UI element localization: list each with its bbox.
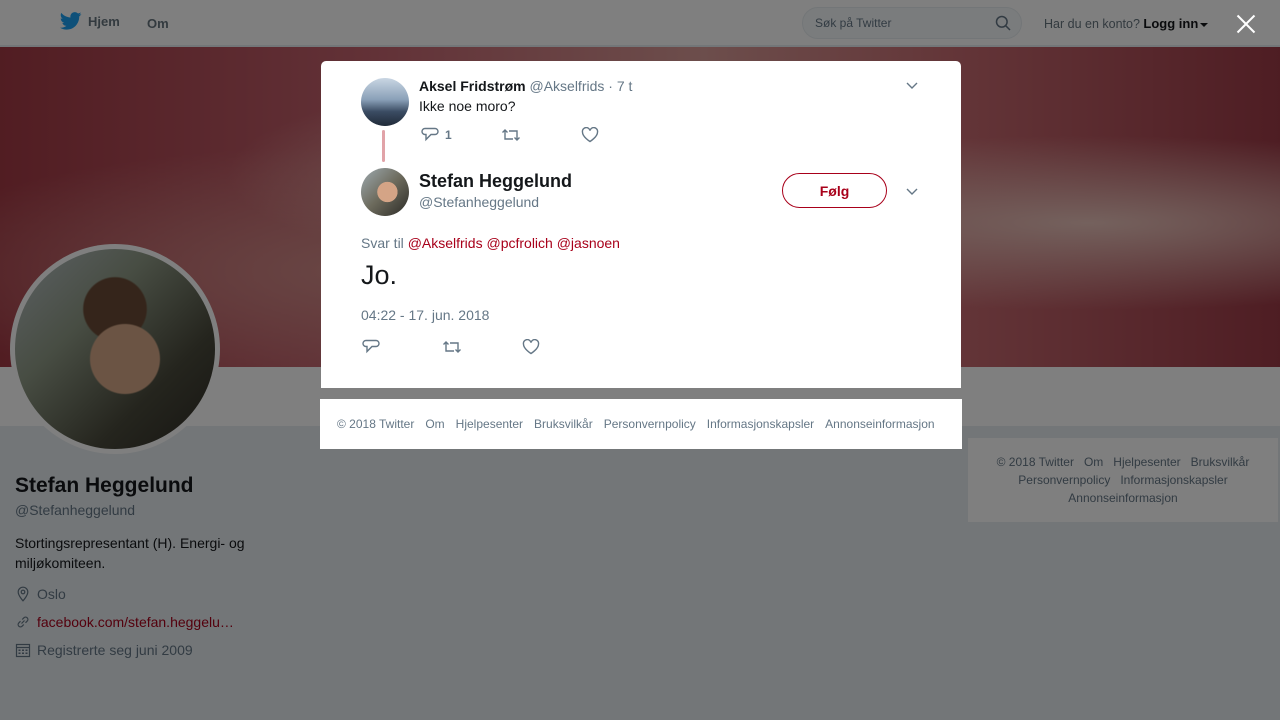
reply-icon — [421, 127, 439, 142]
parent-retweet-button[interactable] — [501, 127, 581, 143]
parent-reply-count: 1 — [445, 128, 452, 142]
thread-connector — [382, 130, 385, 162]
tweet-actions — [362, 339, 540, 355]
modal-footer: © 2018 Twitter Om Hjelpesenter Bruksvilk… — [320, 399, 962, 449]
parent-tweet-text: Ikke noe moro? — [419, 98, 516, 114]
retweet-icon — [502, 129, 520, 141]
parent-like-button[interactable] — [581, 127, 599, 143]
retweet-icon — [443, 341, 461, 353]
mention-link[interactable]: @jasnoen — [557, 235, 620, 251]
parent-tweet-avatar[interactable] — [361, 78, 409, 126]
reply-to-prefix: Svar til — [361, 235, 404, 251]
footer-link-about[interactable]: Om — [425, 417, 444, 431]
tweet-author-avatar[interactable] — [361, 168, 409, 216]
tweet-text: Jo. — [361, 260, 398, 290]
like-button[interactable] — [522, 339, 540, 355]
tweet-author-handle[interactable]: @Stefanheggelund — [419, 194, 539, 210]
footer-link-help[interactable]: Hjelpesenter — [456, 417, 523, 431]
footer-copyright: © 2018 Twitter — [337, 417, 415, 431]
tweet-chevron-down-icon[interactable] — [906, 185, 918, 197]
mention-link[interactable]: @Akselfrids — [408, 235, 483, 251]
tweet-author-name[interactable]: Stefan Heggelund — [419, 171, 572, 192]
tweet-modal: Aksel Fridstrøm @Akselfrids · 7 t Ikke n… — [321, 61, 961, 388]
footer-link-privacy[interactable]: Personvernpolicy — [604, 417, 696, 431]
parent-tweet-header: Aksel Fridstrøm @Akselfrids · 7 t — [419, 78, 632, 94]
reply-to-line: Svar til @Akselfrids @pcfrolich @jasnoen — [361, 235, 620, 251]
footer-link-terms[interactable]: Bruksvilkår — [534, 417, 593, 431]
tweet-timestamp[interactable]: 04:22 - 17. jun. 2018 — [361, 307, 489, 323]
parent-author-name[interactable]: Aksel Fridstrøm — [419, 78, 526, 94]
parent-author-handle[interactable]: @Akselfrids — [529, 78, 604, 94]
footer-link-cookies[interactable]: Informasjonskapsler — [707, 417, 814, 431]
heart-icon — [522, 339, 540, 355]
parent-tweet-time[interactable]: · 7 t — [608, 78, 632, 94]
mention-link[interactable]: @pcfrolich — [486, 235, 552, 251]
retweet-button[interactable] — [442, 339, 522, 355]
parent-tweet-actions: 1 — [421, 127, 599, 143]
reply-button[interactable] — [362, 339, 442, 355]
parent-reply-button[interactable]: 1 — [421, 127, 501, 143]
close-icon[interactable] — [1234, 12, 1258, 36]
reply-icon — [362, 339, 380, 354]
follow-button[interactable]: Følg — [782, 173, 887, 208]
footer-link-ads-info[interactable]: Annonseinformasjon — [825, 417, 934, 431]
parent-chevron-down-icon[interactable] — [906, 79, 918, 91]
heart-icon — [581, 127, 599, 143]
